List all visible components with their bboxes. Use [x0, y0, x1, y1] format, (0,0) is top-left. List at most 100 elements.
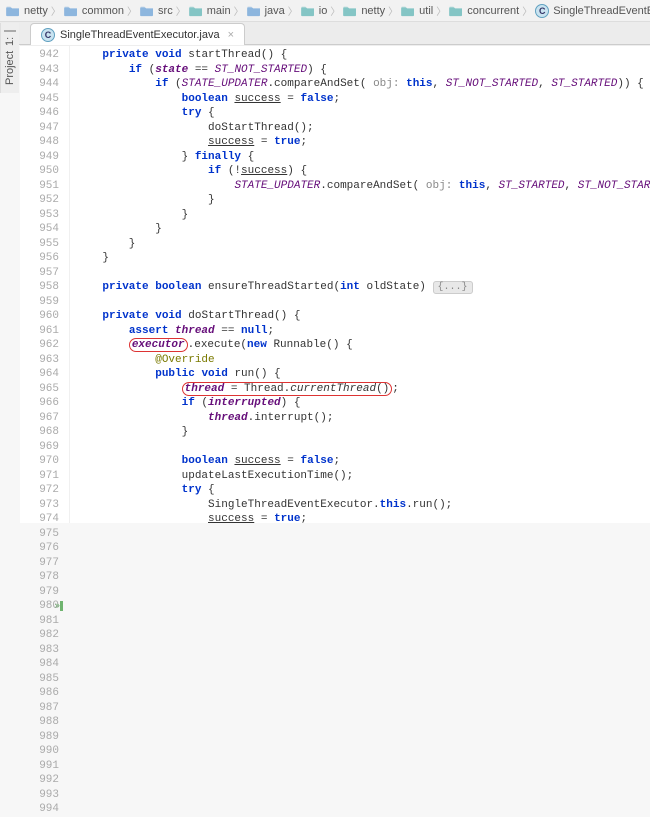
breadcrumb-separator: 〉	[330, 3, 340, 18]
breadcrumb-separator: 〉	[388, 3, 398, 18]
line-number: 972	[20, 483, 59, 498]
line-number: 982	[20, 628, 59, 643]
code-line[interactable]: }	[76, 425, 650, 440]
line-number: 991	[20, 759, 59, 774]
breadcrumb-item[interactable]: main	[189, 5, 231, 17]
code-line[interactable]: @Override	[76, 353, 650, 368]
line-number: 965	[20, 382, 59, 397]
code-line[interactable]: STATE_UPDATER.compareAndSet( obj: this, …	[76, 179, 650, 194]
line-number: 975	[20, 527, 59, 542]
breadcrumb-separator: 〉	[288, 3, 298, 18]
code-line[interactable]: public void run() {	[76, 367, 650, 382]
code-line[interactable]: thread.interrupt();	[76, 411, 650, 426]
breadcrumb-item[interactable]: util	[401, 5, 433, 17]
code-line[interactable]: try {	[76, 483, 650, 498]
code-area[interactable]: private void startThread() { if (state =…	[70, 46, 650, 523]
code-line[interactable]: private boolean ensureThreadStarted(int …	[76, 280, 650, 295]
line-number: 983	[20, 643, 59, 658]
code-line[interactable]: success = true;	[76, 135, 650, 150]
line-number: 986	[20, 686, 59, 701]
breadcrumb-item[interactable]: java	[247, 5, 285, 17]
code-line[interactable]: thread = Thread.currentThread();	[76, 382, 650, 397]
code-line[interactable]	[76, 266, 650, 281]
line-number: 970	[20, 454, 59, 469]
code-line[interactable]: } finally {	[76, 150, 650, 165]
line-number: 973	[20, 498, 59, 513]
line-number: 967	[20, 411, 59, 426]
code-line[interactable]: try {	[76, 106, 650, 121]
breadcrumb: netty〉common〉src〉main〉java〉io〉netty〉util…	[0, 0, 650, 22]
code-line[interactable]: if (state == ST_NOT_STARTED) {	[76, 63, 650, 78]
line-number-gutter: 9429439449459469479489499509519529539549…	[20, 46, 70, 523]
code-line[interactable]: success = true;	[76, 512, 650, 523]
line-number: 984	[20, 657, 59, 672]
line-number: 944	[20, 77, 59, 92]
file-tab-label: SingleThreadEventExecutor.java	[60, 29, 220, 41]
line-number: 946	[20, 106, 59, 121]
code-line[interactable]: }	[76, 251, 650, 266]
code-line[interactable]: private void startThread() {	[76, 48, 650, 63]
breadcrumb-separator: 〉	[522, 3, 532, 18]
breadcrumb-separator: 〉	[127, 3, 137, 18]
code-line[interactable]	[76, 295, 650, 310]
breadcrumb-separator: 〉	[176, 3, 186, 18]
line-number: 949	[20, 150, 59, 165]
line-number: 960	[20, 309, 59, 324]
project-tool-index: 1:	[4, 37, 16, 46]
code-line[interactable]: }	[76, 222, 650, 237]
code-line[interactable]: if (STATE_UPDATER.compareAndSet( obj: th…	[76, 77, 650, 92]
line-number: 955	[20, 237, 59, 252]
breadcrumb-item[interactable]: src	[140, 5, 173, 17]
project-tool-tab[interactable]: Project 1:	[0, 23, 19, 93]
code-line[interactable]: executor.execute(new Runnable() {	[76, 338, 650, 353]
code-line[interactable]: }	[76, 208, 650, 223]
line-number: 981	[20, 614, 59, 629]
line-number: 978	[20, 570, 59, 585]
line-number: 962	[20, 338, 59, 353]
breadcrumb-separator: 〉	[234, 3, 244, 18]
line-number: 961	[20, 324, 59, 339]
line-number: 990	[20, 744, 59, 759]
code-line[interactable]: boolean success = false;	[76, 92, 650, 107]
code-line[interactable]: doStartThread();	[76, 121, 650, 136]
line-number: 988	[20, 715, 59, 730]
line-number: 964	[20, 367, 59, 382]
breadcrumb-item[interactable]: CSingleThreadEventExecutor	[535, 4, 650, 18]
breadcrumb-separator: 〉	[436, 3, 446, 18]
code-line[interactable]: SingleThreadEventExecutor.this.run();	[76, 498, 650, 513]
breadcrumb-item[interactable]: io	[301, 5, 328, 17]
code-line[interactable]: if (interrupted) {	[76, 396, 650, 411]
line-number: 947	[20, 121, 59, 136]
line-number: 976	[20, 541, 59, 556]
line-number: 968	[20, 425, 59, 440]
breadcrumb-item[interactable]: concurrent	[449, 5, 519, 17]
code-line[interactable]: }	[76, 237, 650, 252]
code-line[interactable]: if (!success) {	[76, 164, 650, 179]
code-line[interactable]: private void doStartThread() {	[76, 309, 650, 324]
line-number: 951	[20, 179, 59, 194]
code-line[interactable]	[76, 440, 650, 455]
line-number: 985	[20, 672, 59, 687]
breadcrumb-item[interactable]: netty	[6, 5, 48, 17]
code-line[interactable]: boolean success = false;	[76, 454, 650, 469]
breadcrumb-item[interactable]: common	[64, 5, 124, 17]
line-number: 945	[20, 92, 59, 107]
code-line[interactable]: updateLastExecutionTime();	[76, 469, 650, 484]
line-number: 957	[20, 266, 59, 281]
line-number: 954	[20, 222, 59, 237]
line-number: 963	[20, 353, 59, 368]
line-number: 956	[20, 251, 59, 266]
code-line[interactable]: }	[76, 193, 650, 208]
line-number: 974	[20, 512, 59, 527]
close-icon[interactable]: ×	[228, 29, 234, 41]
breadcrumb-separator: 〉	[51, 3, 61, 18]
file-tab[interactable]: C SingleThreadEventExecutor.java ×	[30, 23, 245, 45]
line-number: 969	[20, 440, 59, 455]
editor[interactable]: 9429439449459469479489499509519529539549…	[20, 45, 650, 523]
line-number: 943	[20, 63, 59, 78]
line-number: 958	[20, 280, 59, 295]
line-number: 994	[20, 802, 59, 817]
breadcrumb-item[interactable]: netty	[343, 5, 385, 17]
code-line[interactable]: assert thread == null;	[76, 324, 650, 339]
project-icon	[4, 30, 16, 32]
